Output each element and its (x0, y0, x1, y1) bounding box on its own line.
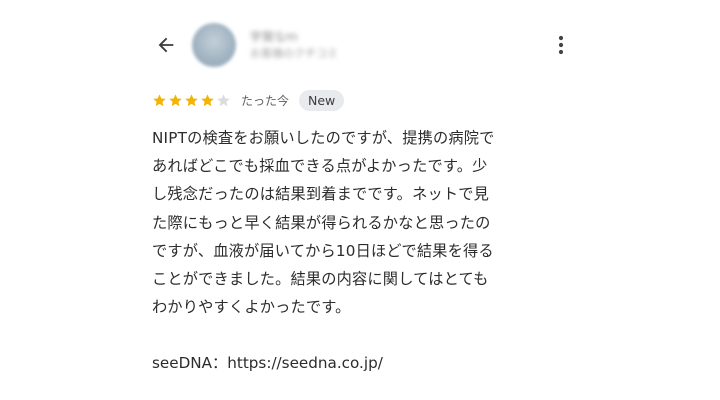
avatar[interactable] (192, 23, 236, 67)
star-filled-icon (169, 93, 182, 106)
reviewer-name[interactable]: 宇賀なm (250, 28, 298, 45)
back-button[interactable] (150, 30, 182, 60)
star-filled-icon (153, 93, 166, 106)
review-screen: 宇賀なm お客様のクチコミ たった今 New NIPTの検査をお願いしたのですが… (0, 0, 720, 400)
star-empty-icon (217, 93, 230, 106)
star-filled-icon (185, 93, 198, 106)
more-vert-icon (558, 35, 564, 55)
reviewer-meta: お客様のクチコミ (250, 47, 338, 60)
more-options-button[interactable] (550, 30, 572, 60)
review-text: NIPTの検査をお願いしたのですが、提携の病院で あればどこでも採血できる点がよ… (152, 129, 495, 317)
review-time: たった今 (241, 93, 290, 108)
star-rating (152, 93, 231, 108)
source-line: seeDNA：https://seedna.co.jp/ (152, 354, 383, 372)
rating-row: たった今 New (152, 89, 345, 111)
new-badge: New (299, 89, 345, 111)
star-filled-icon (201, 93, 214, 106)
arrow-left-icon (158, 37, 174, 53)
